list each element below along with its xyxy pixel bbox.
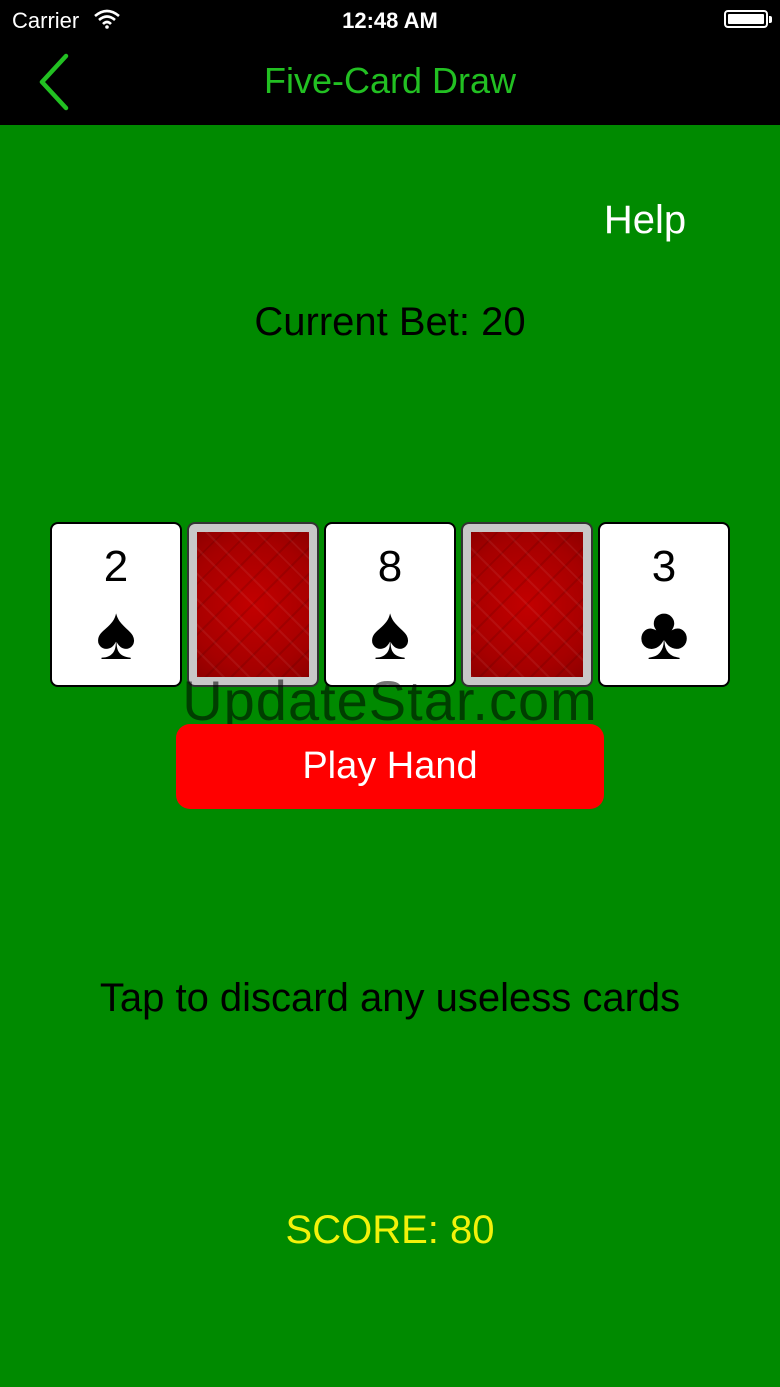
spade-icon: ♠ bbox=[369, 591, 411, 676]
card-back-pattern bbox=[471, 532, 583, 677]
nav-title: Five-Card Draw bbox=[263, 60, 517, 101]
score-label: SCORE: 80 bbox=[285, 1208, 495, 1252]
status-bar: Carrier 12:48 AM bbox=[0, 0, 780, 40]
instruction-text: Tap to discard any useless cards bbox=[99, 976, 681, 1020]
card-5[interactable]: 3 ♣ bbox=[598, 522, 730, 687]
card-rank: 2 bbox=[103, 542, 129, 591]
card-1[interactable]: 2 ♠ bbox=[50, 522, 182, 687]
card-back-pattern bbox=[197, 532, 309, 677]
card-3[interactable]: 8 ♠ bbox=[324, 522, 456, 687]
navigation-bar: Five-Card Draw bbox=[0, 40, 780, 125]
clock: 12:48 AM bbox=[342, 8, 438, 33]
card-rank: 3 bbox=[651, 542, 677, 591]
card-4-face-down[interactable] bbox=[461, 522, 593, 687]
help-button[interactable]: Help bbox=[580, 198, 710, 243]
card-rank: 8 bbox=[377, 542, 403, 591]
battery-icon bbox=[724, 10, 772, 28]
play-hand-button[interactable]: Play Hand bbox=[176, 724, 604, 809]
club-icon: ♣ bbox=[639, 591, 689, 676]
spade-icon: ♠ bbox=[95, 591, 137, 676]
current-bet-label: Current Bet: 20 bbox=[254, 300, 526, 344]
card-2-face-down[interactable] bbox=[187, 522, 319, 687]
